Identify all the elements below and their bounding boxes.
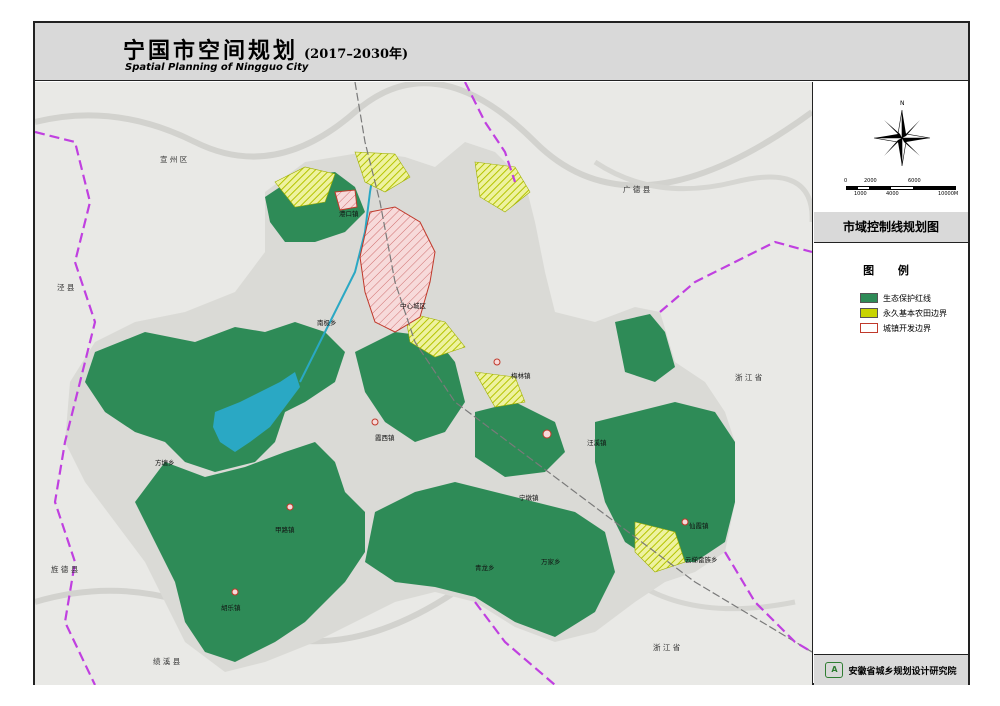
neighbor-label-zhejiang-east: 浙 江 省 <box>735 373 763 382</box>
town-label: 中心城区 <box>400 302 426 310</box>
compass-rose-icon <box>873 109 931 167</box>
legend-label: 生态保护红线 <box>883 293 931 303</box>
town-label: 港口镇 <box>339 210 359 218</box>
town-label: 甲路镇 <box>275 526 295 534</box>
scale-tick: 2000 <box>864 178 877 184</box>
neighbor-label-zhejiang-south: 浙 江 省 <box>653 643 681 652</box>
legend-swatch-farmland <box>860 308 878 318</box>
page-subtitle: Spatial Planning of Ningguo City <box>125 62 309 73</box>
map-canvas[interactable]: 宣 州 区 广 德 县 泾 县 浙 江 省 旌 德 县 绩 溪 县 浙 江 省 … <box>35 82 813 685</box>
year-range: (2017–2030年) <box>304 47 409 62</box>
institute-name: 安徽省城乡规划设计研究院 <box>848 666 957 677</box>
town-label: 霞西镇 <box>375 434 395 442</box>
compass-box: N 0 2000 6000 1000 4000 10000M <box>814 82 968 213</box>
header-bar: 宁国市空间规划 (2017–2030年) Spatial Planning of … <box>35 23 968 81</box>
scale-tick: 1000 <box>854 191 867 197</box>
legend-label: 永久基本农田边界 <box>883 308 947 318</box>
town-label: 青龙乡 <box>475 564 495 572</box>
legend-swatch-eco <box>860 293 878 303</box>
town-label: 梅林镇 <box>511 372 531 380</box>
legend-swatch-urban <box>860 323 878 333</box>
neighbor-label-jingxian: 泾 县 <box>57 283 75 292</box>
panel-title: 市域控制线规划图 <box>814 212 968 243</box>
neighbor-label-jingde: 旌 德 县 <box>51 565 79 574</box>
neighbor-label-guangde: 广 德 县 <box>623 185 651 194</box>
town-label: 宁墩镇 <box>519 494 539 502</box>
town-label: 方塘乡 <box>155 459 175 467</box>
town-label: 万家乡 <box>541 558 561 566</box>
north-label: N <box>900 100 905 107</box>
town-label: 仙霞镇 <box>689 522 709 530</box>
legend-title: 图 例 <box>863 264 919 277</box>
legend-item-farmland: 永久基本农田边界 <box>860 307 947 319</box>
neighbor-label-xuanzhou: 宣 州 区 <box>160 155 188 164</box>
town-label: 南极乡 <box>317 319 337 327</box>
town-label: 胡乐镇 <box>221 604 241 612</box>
map-svg <box>35 82 812 685</box>
institute-bar: A 安徽省城乡规划设计研究院 <box>814 654 968 685</box>
scale-tick: 0 <box>844 178 848 184</box>
legend-label: 城镇开发边界 <box>883 323 931 333</box>
page-title: 宁国市空间规划 (2017–2030年) <box>123 38 409 64</box>
legend-item-urban: 城镇开发边界 <box>860 322 931 334</box>
town-label: 汪溪镇 <box>587 439 607 447</box>
scale-tick: 6000 <box>908 178 921 184</box>
institute-logo-icon: A <box>825 662 844 678</box>
scale-tick: 10000M <box>938 191 959 197</box>
town-label: 云梯畲族乡 <box>685 556 718 564</box>
map-frame: 宁国市空间规划 (2017–2030年) Spatial Planning of … <box>33 21 970 685</box>
neighbor-label-jixi: 绩 溪 县 <box>153 657 181 666</box>
scale-bar: 0 2000 6000 1000 4000 10000M <box>844 178 960 197</box>
scale-tick: 4000 <box>886 191 899 197</box>
side-panel: N 0 2000 6000 1000 4000 10000M 市域控制线规划图 … <box>814 82 968 685</box>
legend-item-eco: 生态保护红线 <box>860 292 931 304</box>
